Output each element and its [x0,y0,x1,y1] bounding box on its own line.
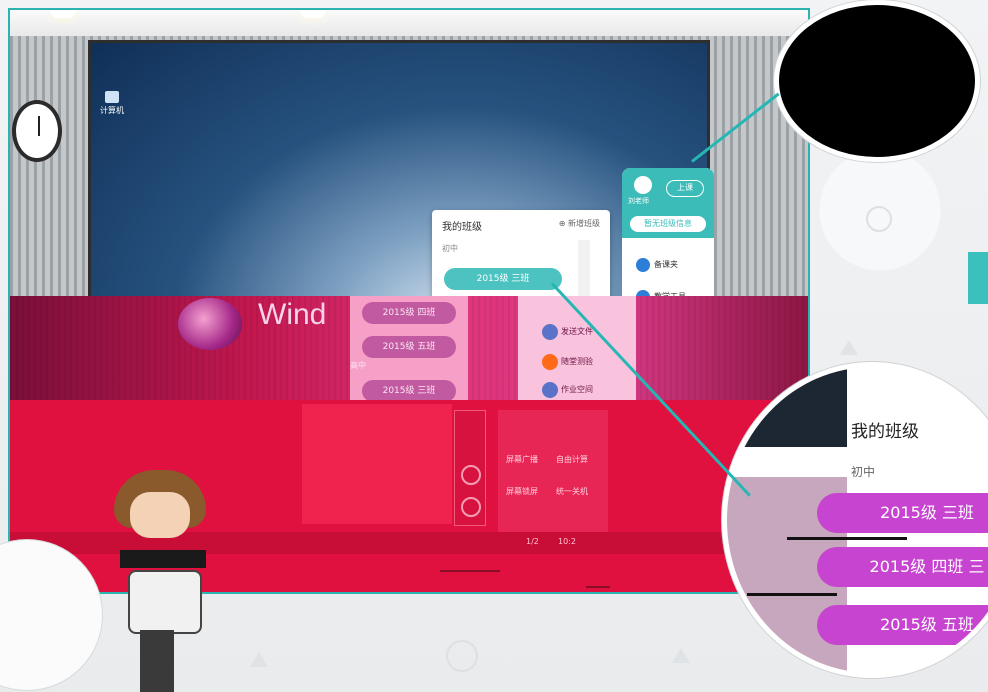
glitch-slab [302,404,452,524]
zoom-class-button-2015-5[interactable]: 2015级 五班 [817,605,988,645]
computer-icon [105,91,119,103]
free-calc-button[interactable]: 自由计算 [556,454,588,465]
screen-lock-button[interactable]: 屏幕锁屏 [506,486,538,497]
new-class-button[interactable]: ⊕ 新增班级 [559,218,600,229]
computer-desktop-icon[interactable]: 计算机 [99,91,125,116]
decor-triangle [250,652,268,667]
quiz-icon [542,353,558,370]
decor-ring [446,640,478,672]
zoom-callout-top [774,0,980,162]
zoom-section-label: 初中 [851,465,876,479]
side-toolbar: 刘老师 上课 暂无班级信息 备课夹 教学工具 [622,168,714,306]
decor-triangle [672,648,690,663]
sidebar-item-label: 随堂测验 [561,357,593,366]
sidebar-item-send-file[interactable]: 发送文件 [542,322,593,342]
minimize-icon[interactable] [461,465,481,485]
no-class-info-button[interactable]: 暂无班级信息 [630,216,706,232]
ceiling [10,10,808,36]
time-indicator: 10:2 [558,537,576,546]
close-icon[interactable] [461,497,481,517]
wall-clock [12,100,62,162]
class-button-high-2015-3[interactable]: 2015级 三班 [362,380,456,402]
glitch-line [586,586,610,588]
screen-broadcast-button[interactable]: 屏幕广播 [506,454,538,465]
new-class-label: 新增班级 [568,219,600,228]
zoom-class-button-2015-4[interactable]: 2015级 四班 三 [817,547,988,587]
page-indicator: 1/2 [526,537,539,546]
ceiling-light [50,10,76,18]
sidebar-item-quiz[interactable]: 随堂测验 [542,352,593,372]
sidebar-item-label: 发送文件 [561,327,593,336]
class-button-2015-4[interactable]: 2015级 四班 [362,302,456,324]
glitch-line [747,593,837,596]
homework-icon [542,381,558,398]
panel-scrollbar[interactable] [578,240,590,302]
zoom-class-button-2015-3[interactable]: 2015级 三班 [817,493,988,533]
sidebar-item-homework[interactable]: 作业空间 [542,380,593,400]
glitch-line [440,570,500,572]
zoom-dark-area [727,367,847,447]
class-button-2015-3[interactable]: 2015级 三班 [444,268,562,290]
side-tab[interactable] [968,252,988,304]
panel-title: 我的班级 [442,222,482,233]
windows-logo-icon [178,298,242,350]
decor-triangle [840,340,858,355]
teacher-name: 刘老师 [628,197,649,205]
class-button-2015-5[interactable]: 2015级 五班 [362,336,456,358]
class-list-glitched: 2015级 四班 2015级 五班 高中 2015级 三班 [350,296,468,402]
shutdown-all-button[interactable]: 统一关机 [556,486,588,497]
teacher-face [130,492,190,538]
zoom-callout-class-list: 我的班级 初中 2015级 三班 2015级 四班 三 2015级 五班 [722,362,988,678]
section-high-label: 高中 [350,361,366,370]
cartoon-teacher [104,470,230,692]
send-icon [542,323,558,340]
my-class-panel: 我的班级 ⊕ 新增班级 初中 2015级 三班 [432,210,610,306]
ceiling-light [300,10,326,18]
glitch-line [787,537,907,540]
section-middle-label: 初中 [442,244,458,253]
start-class-button[interactable]: 上课 [666,180,704,197]
toolbar-header: 刘老师 上课 暂无班级信息 [622,168,714,238]
decor-ring [866,206,892,232]
teaching-tool-panel: 屏幕广播 自由计算 屏幕锁屏 统一关机 [498,410,608,532]
folder-icon [636,257,650,272]
interactive-display: 计算机 [88,40,710,308]
zoom-panel-title: 我的班级 [851,422,919,442]
sidebar-item-label: 备课夹 [654,260,678,269]
sidebar-item-label: 作业空间 [561,385,593,394]
os-wordmark: Wind [258,298,327,331]
teacher-legs [140,630,174,692]
glitch-band-magenta: Wind 2015级 四班 2015级 五班 高中 2015级 三班 › 发送文… [10,296,808,402]
teacher-glasses [120,550,206,568]
teacher-body [128,570,202,634]
side-controls [454,410,486,526]
avatar[interactable] [634,176,652,194]
sidebar-item-lesson-folder[interactable]: 备课夹 [636,256,678,274]
desktop-icon-label: 计算机 [100,106,124,115]
